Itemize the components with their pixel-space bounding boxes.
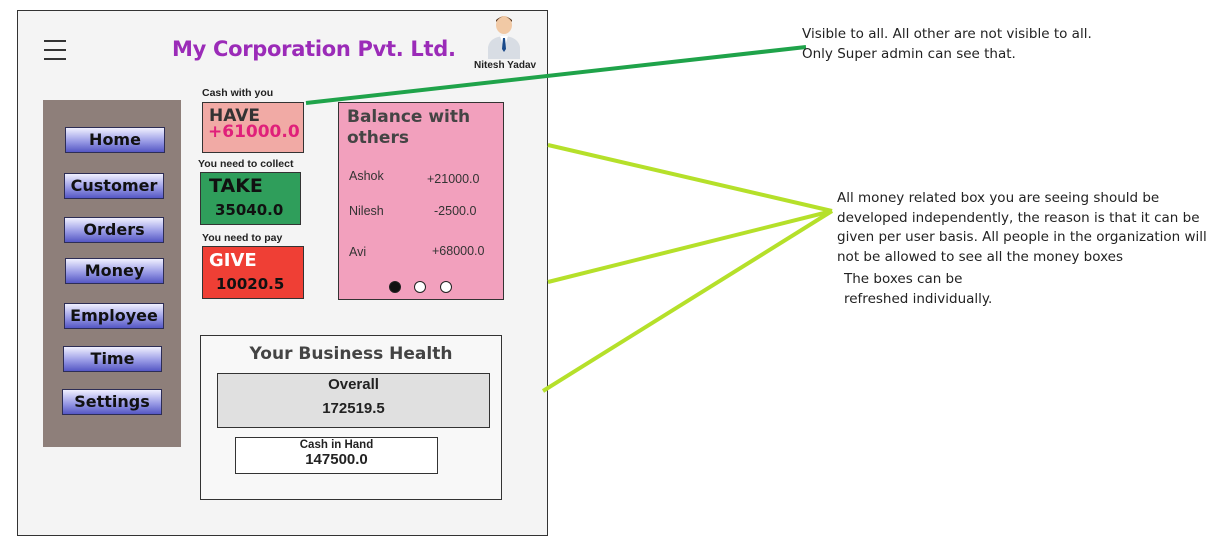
annotation-note-refresh: The boxes can be refreshed individually.: [844, 270, 992, 309]
note-line: refreshed individually.: [844, 290, 993, 307]
note-line: The boxes can be: [844, 271, 963, 287]
annotation-note-visibility: Visible to all. All other are not visibl…: [802, 25, 1092, 64]
annotation-line-health: [541, 209, 834, 393]
annotation-note-independence: All money related box you are seeing sho…: [837, 189, 1207, 267]
note-line: All money related box you are seeing sho…: [837, 190, 1160, 206]
note-line: given per user basis. All people in the …: [837, 229, 1207, 245]
note-line: Visible to all. All other are not visibl…: [802, 26, 1092, 42]
note-line: not be allowed to see all the money boxe…: [837, 248, 1123, 265]
annotation-line-visible: [305, 45, 807, 105]
annotation-line-balance-bottom: [547, 209, 833, 284]
note-line: developed independently, the reason is t…: [837, 209, 1200, 226]
annotation-line-balance: [547, 143, 833, 213]
note-line: Only Super admin can see that.: [802, 45, 1016, 62]
annotation-lines: [305, 45, 834, 393]
